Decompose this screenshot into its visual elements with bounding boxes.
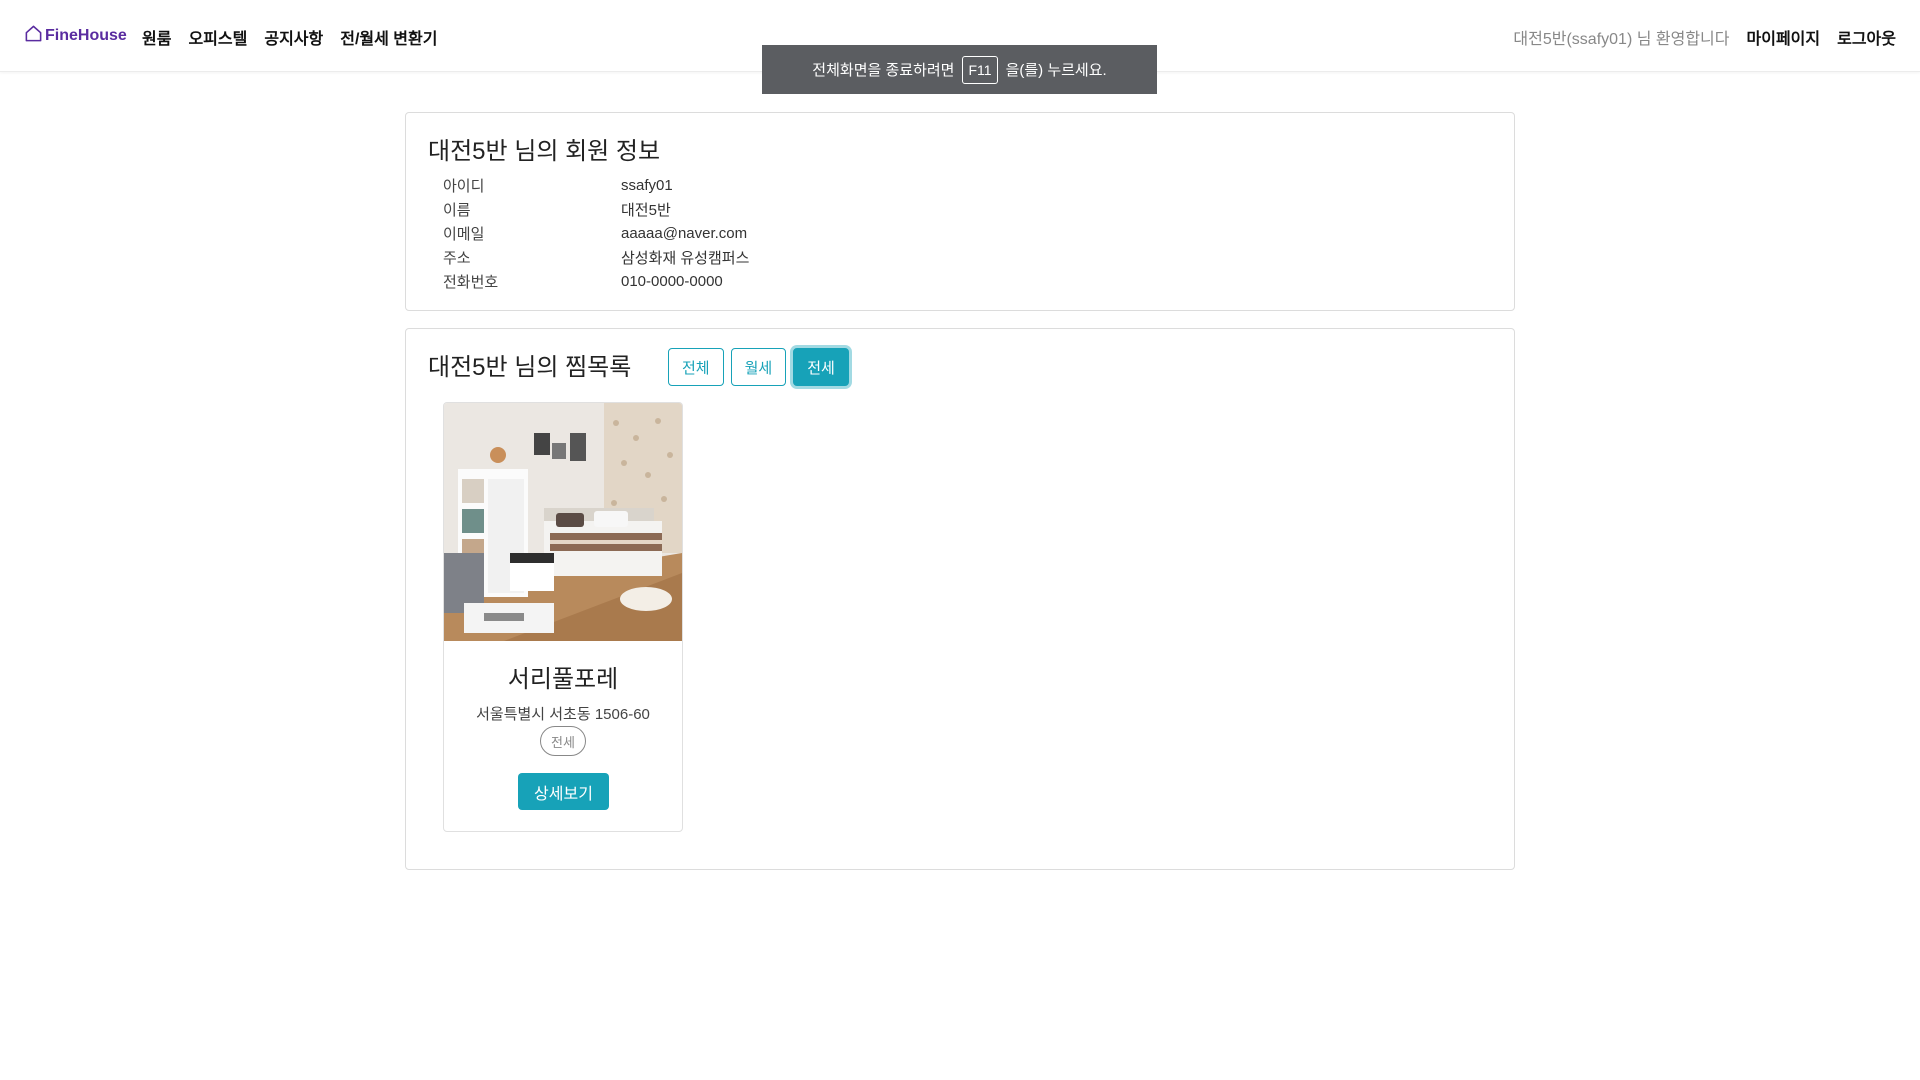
info-label: 이름 <box>443 201 471 219</box>
member-info-card: 대전5반 님의 회원 정보 아이디 ssafy01 이름 대전5반 이메일 aa… <box>405 112 1515 311</box>
member-info-title: 대전5반 님의 회원 정보 <box>428 138 661 165</box>
mypage-link[interactable]: 마이페이지 <box>1747 25 1821 49</box>
info-row-address: 주소 삼성화재 유성캠퍼스 <box>443 245 749 269</box>
info-label: 아이디 <box>443 177 485 195</box>
main-nav: 원룸 오피스텔 공지사항 전/월세 변환기 <box>142 25 437 49</box>
info-label: 이메일 <box>443 225 485 243</box>
info-value: 삼성화재 유성캠퍼스 <box>621 249 750 267</box>
info-row-email: 이메일 aaaaa@naver.com <box>443 221 749 245</box>
view-detail-button[interactable]: 상세보기 <box>518 773 609 810</box>
filter-all-button[interactable]: 전체 <box>668 348 724 386</box>
property-name: 서리풀포레 <box>507 666 619 693</box>
wishlist-item-card: 서리풀포레 서울특별시 서초동 1506-60 전세 상세보기 <box>443 402 683 832</box>
deal-type-badge: 전세 <box>540 726 586 756</box>
nav-item-officetel[interactable]: 오피스텔 <box>188 25 247 49</box>
wishlist-title: 대전5반 님의 찜목록 <box>428 354 632 381</box>
info-value: 010-0000-0000 <box>621 272 723 290</box>
nav-item-rent-converter[interactable]: 전/월세 변환기 <box>340 25 437 49</box>
brand-name: FineHouse <box>45 27 127 44</box>
wishlist-filter-group: 전체 월세 전세 <box>668 348 849 386</box>
filter-jeonse-button[interactable]: 전세 <box>793 348 849 386</box>
nav-item-oneroom[interactable]: 원룸 <box>142 25 171 49</box>
info-value: aaaaa@naver.com <box>621 224 748 242</box>
nav-item-notice[interactable]: 공지사항 <box>264 25 323 49</box>
property-address: 서울특별시 서초동 1506-60 <box>476 706 650 723</box>
member-info-table: 아이디 ssafy01 이름 대전5반 이메일 aaaaa@naver.com … <box>443 173 749 293</box>
toast-prefix: 전체화면을 종료하려면 <box>812 62 955 79</box>
info-row-phone: 전화번호 010-0000-0000 <box>443 269 749 293</box>
room-photo <box>444 403 682 641</box>
info-row-name: 이름 대전5반 <box>443 197 749 221</box>
welcome-text: 대전5반(ssafy01) 님 환영합니다 <box>1513 31 1730 48</box>
brand-logo-link[interactable]: FineHouse <box>24 24 127 48</box>
toast-suffix: 을(를) 누르세요. <box>1005 62 1107 79</box>
wishlist-card: 대전5반 님의 찜목록 전체 월세 전세 서리풀포레 서울특별시 서초동 150… <box>405 328 1515 870</box>
logout-link[interactable]: 로그아웃 <box>1837 25 1896 49</box>
info-row-id: 아이디 ssafy01 <box>443 173 749 197</box>
info-value: 대전5반 <box>621 201 671 219</box>
filter-monthly-button[interactable]: 월세 <box>730 348 787 386</box>
info-label: 전화번호 <box>443 273 499 291</box>
info-label: 주소 <box>443 249 471 267</box>
user-nav: 대전5반(ssafy01) 님 환영합니다 마이페이지 로그아웃 <box>1513 25 1896 49</box>
info-value: ssafy01 <box>621 176 673 194</box>
toast-key: F11 <box>962 55 998 84</box>
fullscreen-exit-toast: 전체화면을 종료하려면 F11 을(를) 누르세요. <box>762 45 1157 94</box>
house-icon <box>24 24 43 48</box>
